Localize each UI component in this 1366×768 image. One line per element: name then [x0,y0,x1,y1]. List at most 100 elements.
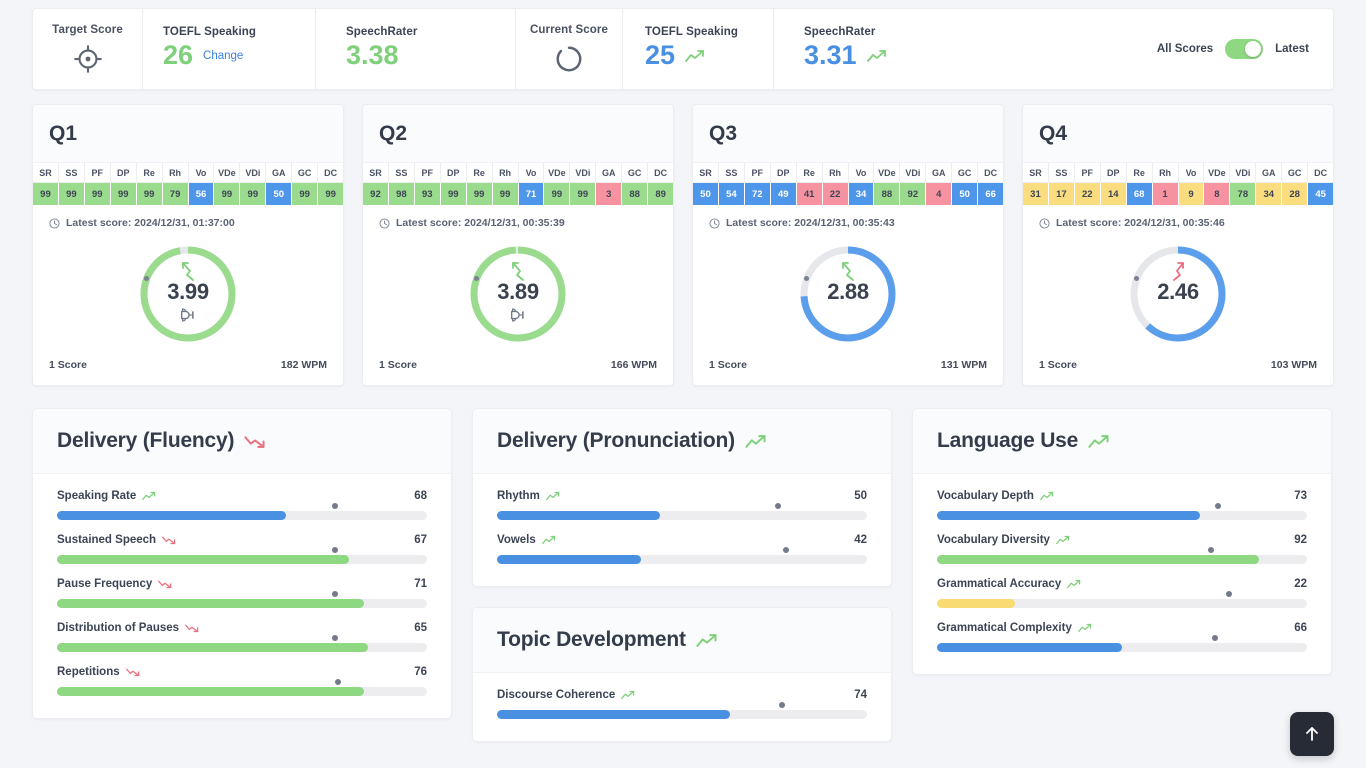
chip-value[interactable]: 99 [84,183,111,205]
chip-value[interactable]: 99 [292,183,319,205]
chip-value[interactable]: 99 [466,183,493,205]
clock-icon [379,217,390,229]
chip-header: Rh [1152,163,1179,183]
chip-value[interactable]: 99 [240,183,267,205]
chip-value[interactable]: 99 [110,183,137,205]
metric-value: 68 [414,490,427,502]
scroll-to-top-button[interactable] [1290,712,1334,756]
chip-value[interactable]: 88 [874,183,901,205]
chip-value[interactable]: 99 [318,183,344,205]
chip-value[interactable]: 34 [848,183,875,205]
metric-bar-track[interactable] [57,591,427,608]
metric-row: Vocabulary Depth 73 [937,490,1307,520]
chip-value[interactable]: 99 [214,183,241,205]
chip-value[interactable]: 8 [1204,183,1231,205]
metric-bar-track[interactable] [57,503,427,520]
chip-value[interactable]: 72 [744,183,771,205]
chip-value[interactable]: 50 [693,183,719,205]
chip-header: Vo [188,163,215,183]
latest-score-text: Latest score: 2024/12/31, 00:35:46 [1056,217,1225,229]
chip-value[interactable]: 1 [1152,183,1179,205]
current-score-label: Current Score [530,24,608,36]
metric-target-marker [775,503,782,509]
metric-bar-fill [57,555,350,564]
chip-value[interactable]: 79 [162,183,189,205]
chip-value[interactable]: 99 [570,183,597,205]
chip-value[interactable]: 28 [1282,183,1309,205]
metric-target-marker [335,679,342,685]
chip-value[interactable]: 14 [1100,183,1127,205]
chip-value[interactable]: 45 [1308,183,1334,205]
metric-label-group: Sustained Speech [57,534,176,546]
chip-value[interactable]: 71 [518,183,545,205]
metric-bar-track[interactable] [497,503,867,520]
chip-value[interactable]: 9 [1178,183,1205,205]
chip-value[interactable]: 92 [363,183,389,205]
metric-bar-track[interactable] [497,547,867,564]
arrow-up-icon [1306,727,1318,741]
chip-value[interactable]: 34 [1256,183,1283,205]
question-title: Q4 [1039,121,1068,145]
chip-value[interactable]: 41 [796,183,823,205]
metric-bar-track[interactable] [57,547,427,564]
metric-value: 71 [414,578,427,590]
chip-value[interactable]: 4 [926,183,953,205]
all-scores-label[interactable]: All Scores [1157,43,1213,55]
chip-value[interactable]: 89 [648,183,674,205]
chip-value[interactable]: 54 [718,183,745,205]
chip-value[interactable]: 3 [596,183,623,205]
chip-value[interactable]: 92 [900,183,927,205]
trend-up-icon [545,491,560,501]
metric-label-group: Rhythm [497,490,560,502]
metric-label: Rhythm [497,490,540,502]
chip-header: PF [84,163,111,183]
latest-scores-toggle[interactable] [1225,39,1264,59]
chip-value[interactable]: 98 [388,183,415,205]
chip-value[interactable]: 49 [770,183,797,205]
metric-target-marker [1207,547,1214,553]
chip-header: GC [1282,163,1309,183]
chip-value[interactable]: 99 [440,183,467,205]
change-target-link[interactable]: Change [203,50,243,62]
chip-value[interactable]: 31 [1023,183,1049,205]
target-toefl-value: 26 [163,40,194,71]
metric-bar-track[interactable] [937,635,1307,652]
metric-label: Discourse Coherence [497,689,616,701]
chip-value[interactable]: 56 [188,183,215,205]
metric-bar-track[interactable] [937,547,1307,564]
target-score-cell: Target Score [33,9,143,89]
chip-value[interactable]: 99 [58,183,85,205]
current-speechrater-metric: SpeechRater 3.31 [773,9,973,89]
metric-value: 73 [1294,490,1307,502]
chip-value[interactable]: 22 [1074,183,1101,205]
chip-value[interactable]: 88 [622,183,649,205]
metric-bar-track[interactable] [497,702,867,719]
chip-header: DC [648,163,674,183]
chip-value[interactable]: 17 [1048,183,1075,205]
chip-header: SR [33,163,59,183]
chip-value[interactable]: 99 [136,183,163,205]
chip-header-row: SR SS PF DP Re Rh Vo VDe VDi GA GC DC [363,163,674,183]
metric-bar-track[interactable] [937,503,1307,520]
chip-value[interactable]: 68 [1126,183,1153,205]
metric-bar-track[interactable] [57,635,427,652]
chip-value[interactable]: 22 [822,183,849,205]
metric-label-group: Speaking Rate [57,490,156,502]
chip-value[interactable]: 99 [544,183,571,205]
chip-value[interactable]: 50 [952,183,979,205]
chip-value[interactable]: 99 [492,183,519,205]
chip-header: Re [796,163,823,183]
chip-value[interactable]: 93 [414,183,441,205]
metric-bar-track[interactable] [57,679,427,696]
chip-value[interactable]: 99 [33,183,59,205]
chip-value[interactable]: 78 [1230,183,1257,205]
metric-target-marker [1226,591,1233,597]
trend-up-icon [1067,579,1081,589]
chip-value[interactable]: 50 [266,183,293,205]
latest-label[interactable]: Latest [1275,43,1309,55]
metric-bar-track[interactable] [937,591,1307,608]
metric-panel-title: Language Use [937,429,1079,452]
chip-value[interactable]: 66 [978,183,1004,205]
chip-header: Vo [1178,163,1205,183]
metric-bar-fill [937,511,1200,520]
